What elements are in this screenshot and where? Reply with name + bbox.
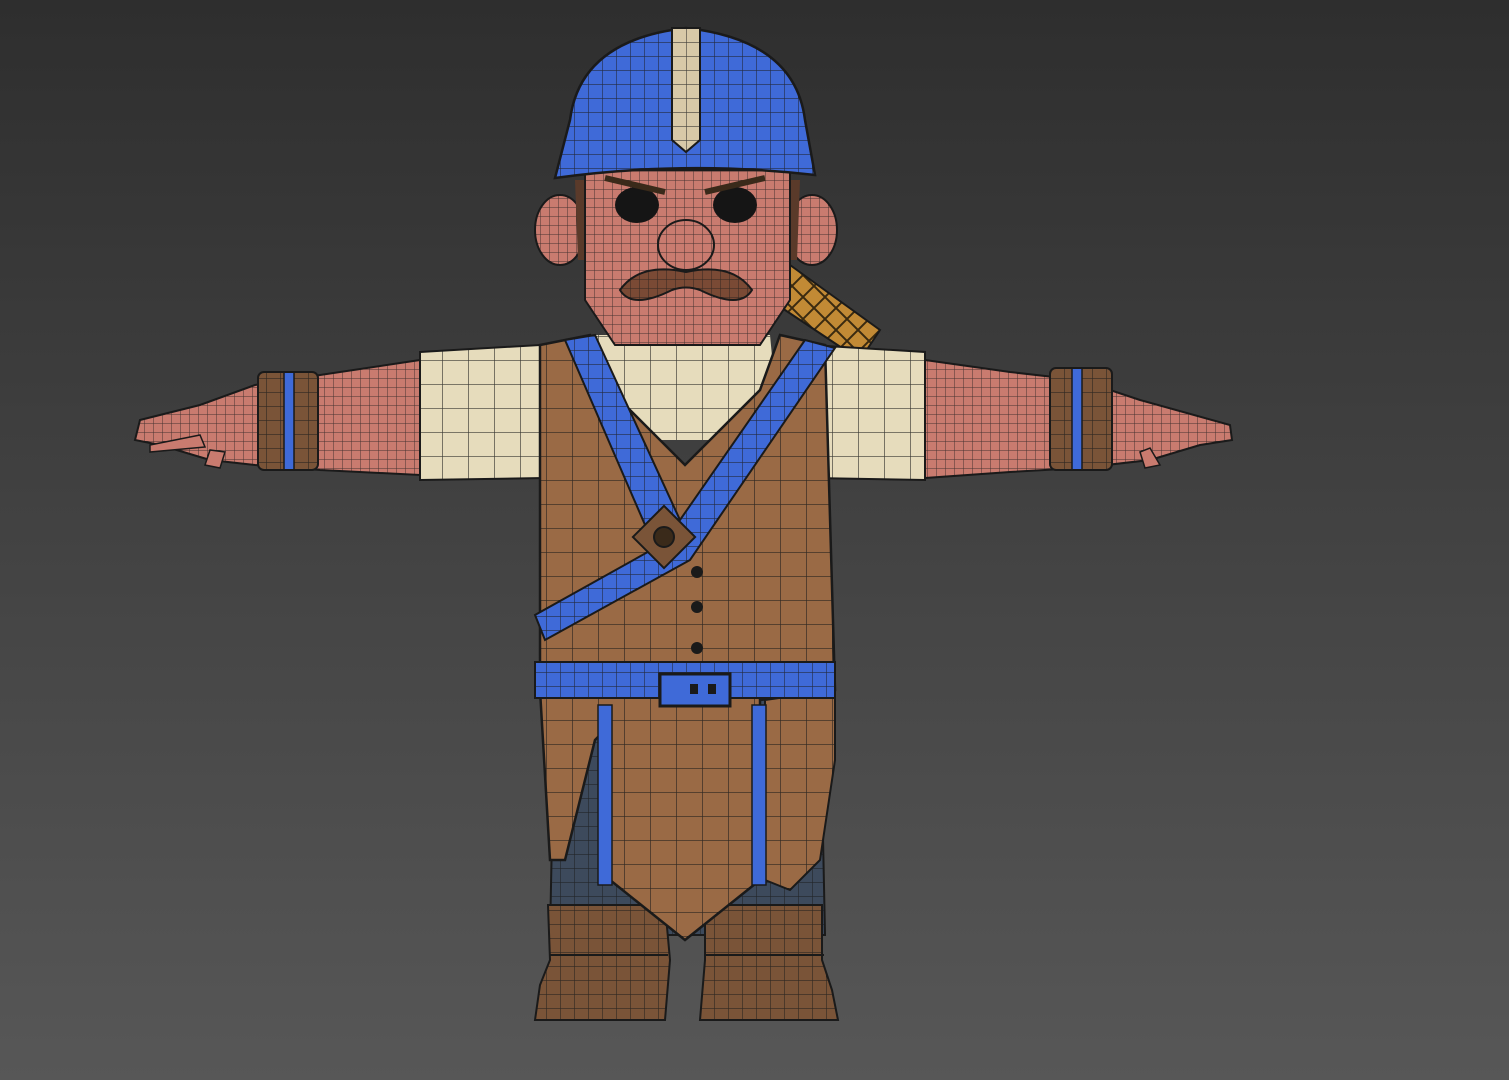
- boot-left: [533, 904, 672, 1021]
- 3d-viewport[interactable]: [0, 0, 1509, 1080]
- eye-right: [713, 187, 757, 223]
- viewport-canvas: [0, 0, 1509, 1080]
- boot-right: [698, 904, 840, 1021]
- eye-left: [615, 187, 659, 223]
